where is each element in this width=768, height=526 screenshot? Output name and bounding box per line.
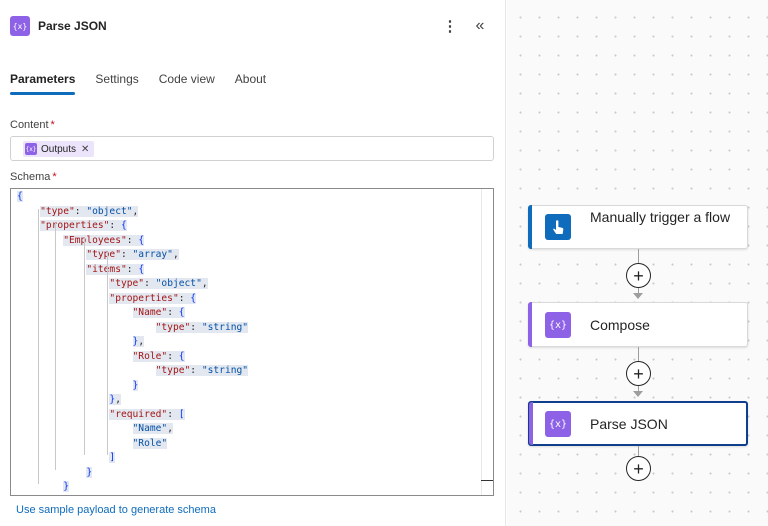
variable-icon: {x} (545, 312, 571, 338)
node-compose[interactable]: {x} Compose (528, 302, 748, 347)
code-line: } (132, 379, 139, 391)
add-step-icon[interactable]: + (626, 456, 651, 481)
code-line: "Name", (132, 423, 173, 434)
node-label: Manually trigger a flow (590, 209, 731, 225)
schema-label-text: Schema (10, 171, 51, 183)
node-label: Parse JSON (590, 416, 668, 432)
content-field-label: Content * (10, 119, 55, 131)
required-mark: * (52, 171, 57, 183)
code-line: }, (109, 394, 121, 405)
code-line: "type": "string" (155, 365, 249, 376)
remove-token-icon[interactable]: ✕ (81, 144, 89, 155)
schema-code[interactable]: { "type": "object", "properties": { "Emp… (17, 190, 491, 495)
code-line: "Employees": { (63, 234, 145, 246)
tab-settings[interactable]: Settings (95, 72, 138, 95)
panel-title: Parse JSON (38, 19, 107, 33)
flow-designer-canvas[interactable]: Manually trigger a flow + {x} Compose + … (507, 0, 768, 526)
code-line: "properties": { (109, 292, 197, 304)
variable-icon: {x} (545, 411, 571, 437)
code-line: } (63, 481, 69, 492)
code-line: "Role" (132, 437, 168, 449)
schema-field-label: Schema * (10, 171, 57, 183)
node-manual-trigger[interactable]: Manually trigger a flow (528, 205, 748, 249)
node-accent-bar (528, 205, 532, 249)
tab-about[interactable]: About (235, 72, 266, 95)
touch-icon (545, 214, 571, 240)
token-label: Outputs (41, 143, 77, 155)
code-line: } (86, 466, 93, 478)
code-line: "Name": { (132, 307, 185, 318)
connector-arrow (633, 391, 643, 397)
node-parse-json[interactable]: {x} Parse JSON (528, 401, 748, 446)
outputs-token[interactable]: {x} Outputs ✕ (23, 141, 95, 157)
indent-guide (55, 223, 57, 470)
code-line: "type": "object", (109, 278, 208, 289)
schema-editor[interactable]: { "type": "object", "properties": { "Emp… (10, 188, 494, 496)
generate-schema-link[interactable]: Use sample payload to generate schema (16, 504, 216, 516)
node-accent-bar (529, 402, 533, 445)
add-step-icon[interactable]: + (626, 361, 651, 386)
code-line: ] (109, 452, 116, 463)
more-options-icon[interactable]: ⋮ (439, 14, 461, 38)
node-label: Compose (590, 317, 650, 333)
code-line: }, (132, 336, 145, 347)
content-label-text: Content (10, 119, 49, 131)
indent-guide (107, 266, 109, 455)
tab-parameters[interactable]: Parameters (10, 72, 76, 95)
add-step-icon[interactable]: + (626, 263, 651, 288)
data-operation-icon: {x} (10, 16, 30, 36)
indent-guide (38, 208, 40, 484)
code-line: "properties": { (40, 220, 127, 231)
collapse-panel-icon[interactable]: « (469, 14, 491, 38)
panel-header: {x} Parse JSON ⋮ « (10, 14, 495, 38)
required-mark: * (50, 119, 55, 131)
tab-code-view[interactable]: Code view (159, 72, 215, 95)
connector-arrow (633, 293, 643, 299)
code-line: "required": [ (109, 408, 185, 420)
scrollbar-marker (481, 480, 493, 481)
variable-icon: {x} (25, 143, 37, 155)
connector (638, 347, 639, 361)
code-line: "items": { (86, 263, 145, 275)
action-details-panel: {x} Parse JSON ⋮ « Parameters Settings C… (0, 0, 506, 526)
content-input[interactable]: {x} Outputs ✕ (10, 136, 494, 161)
editor-scrollbar[interactable] (481, 189, 493, 495)
connector (638, 446, 639, 456)
code-line: "Role": { (132, 350, 185, 362)
code-line: "type": "array", (86, 249, 179, 260)
panel-tabs: Parameters Settings Code view About (10, 72, 286, 95)
code-line: "type": "string" (155, 321, 249, 333)
node-accent-bar (528, 302, 532, 347)
code-line: { (17, 191, 23, 202)
indent-guide (84, 237, 86, 455)
code-line: "type": "object", (40, 205, 139, 217)
